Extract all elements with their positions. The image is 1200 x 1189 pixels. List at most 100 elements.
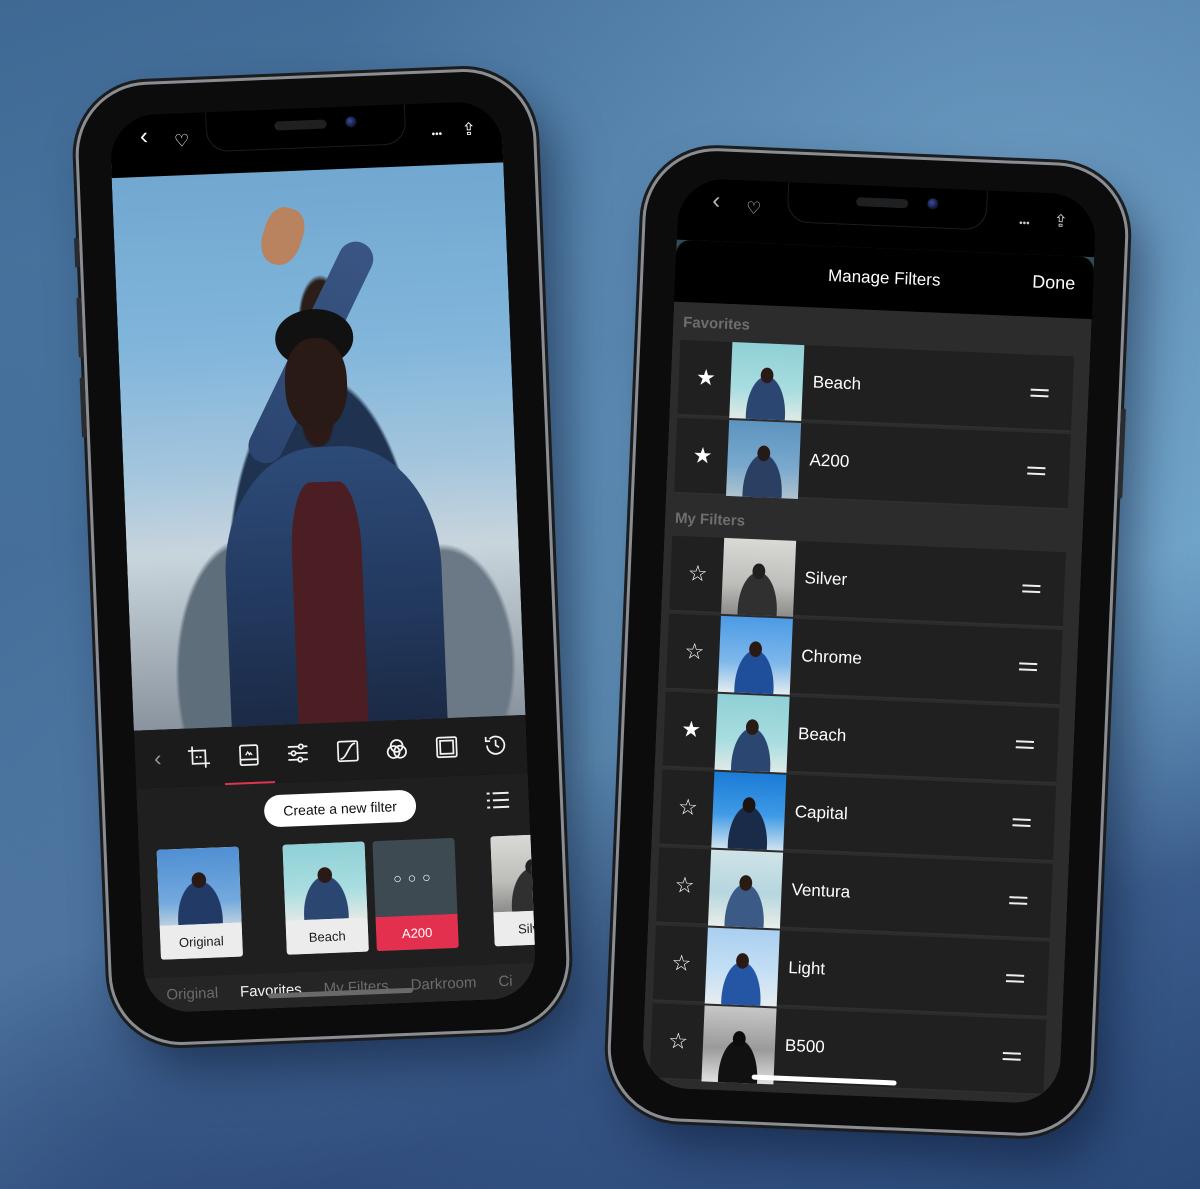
filter-name: Light (787, 957, 826, 979)
favorite-row-a200[interactable]: ★ A200 (674, 417, 1071, 511)
done-button[interactable]: Done (1032, 272, 1076, 295)
tab-darkroom[interactable]: Darkroom (410, 974, 476, 994)
thumb-label: Silver (493, 909, 537, 947)
thumb-image (156, 846, 242, 926)
ellipsis-icon[interactable]: ••• (431, 125, 442, 145)
filter-row-beach[interactable]: ★ Beach (662, 691, 1060, 785)
thumb-label: Beach (285, 917, 369, 955)
drag-handle-icon[interactable] (1012, 818, 1031, 827)
star-outline-icon[interactable]: ☆ (665, 1028, 692, 1055)
star-filled-icon[interactable]: ★ (692, 364, 719, 391)
filter-thumbnails: Original Beach ○○○ A200 Silver (156, 833, 537, 965)
filter-name: B500 (784, 1035, 826, 1057)
photo-hand (255, 202, 311, 269)
filter-row-light[interactable]: ☆ Light (652, 925, 1050, 1018)
main-photo (110, 140, 526, 731)
curves-icon[interactable] (330, 733, 365, 768)
filter-row-capital[interactable]: ☆ Capital (659, 769, 1057, 862)
filter-thumb-original[interactable]: Original (156, 846, 243, 960)
tab-more[interactable]: Ci (498, 973, 513, 991)
filter-name: Beach (812, 372, 862, 394)
drag-handle-icon[interactable] (1030, 388, 1049, 398)
star-outline-icon[interactable]: ☆ (671, 872, 698, 899)
left-screen: ‹ ♡ ••• ⇪ ‹ Create a new filter Original… (109, 100, 537, 1014)
thumb-label: A200 (375, 913, 459, 952)
section-my-filters: My Filters (674, 509, 746, 530)
notch (786, 182, 989, 231)
chevron-left-icon[interactable]: ‹ (139, 123, 148, 150)
filter-name: Capital (794, 802, 849, 824)
front-camera (927, 198, 939, 210)
filter-thumbnail (725, 419, 802, 499)
history-icon[interactable] (478, 728, 513, 763)
filter-row-silver[interactable]: ☆ Silver (669, 535, 1066, 629)
filter-thumbnail (729, 342, 805, 422)
filter-thumbnail (707, 849, 784, 929)
drag-handle-icon[interactable] (1018, 662, 1038, 672)
photo-shirt (288, 479, 369, 725)
tab-original[interactable]: Original (166, 985, 218, 1004)
heart-icon[interactable]: ♡ (174, 131, 190, 152)
filters-icon[interactable] (231, 737, 266, 772)
category-tabs: Original Favorites My Filters Darkroom C… (143, 962, 537, 1014)
create-filter-button[interactable]: Create a new filter (263, 789, 417, 828)
filter-thumbnail (717, 615, 793, 695)
filter-thumb-silver[interactable]: Silver (490, 833, 537, 947)
more-options-icon[interactable]: ○○○ (374, 868, 457, 887)
section-favorites: Favorites (682, 313, 751, 334)
star-outline-icon[interactable]: ☆ (684, 560, 711, 587)
favorite-row-beach[interactable]: ★ Beach (677, 339, 1075, 433)
drag-handle-icon[interactable] (1015, 740, 1034, 750)
drag-handle-icon[interactable] (1009, 896, 1028, 905)
star-outline-icon[interactable]: ☆ (681, 638, 708, 665)
star-outline-icon[interactable]: ☆ (674, 794, 701, 821)
filter-name: Ventura (791, 880, 851, 902)
thumb-image (282, 841, 368, 921)
filter-panel: Create a new filter Original Beach ○○○ A… (136, 772, 537, 1014)
filter-name: Beach (797, 724, 847, 746)
filter-thumbnail (714, 693, 790, 773)
filter-thumbnail (704, 927, 780, 1007)
filter-thumbnail (701, 1005, 777, 1085)
drag-handle-icon[interactable] (1022, 584, 1041, 594)
filters-list: Favorites ★ Beach ★ A200 My Filters ☆ Si… (641, 301, 1092, 1105)
filter-name: A200 (809, 450, 850, 472)
star-filled-icon[interactable]: ★ (689, 442, 716, 469)
notch (205, 104, 407, 153)
filter-thumb-beach[interactable]: Beach (282, 841, 369, 955)
list-icon[interactable] (487, 791, 510, 811)
frame-icon[interactable] (429, 730, 464, 765)
speaker (856, 197, 909, 209)
filter-thumbnail (711, 771, 787, 851)
filter-thumbnail (721, 537, 797, 617)
drag-handle-icon[interactable] (1005, 974, 1025, 983)
toolbar-back-icon[interactable]: ‹ (148, 741, 167, 776)
speaker (274, 119, 327, 131)
drag-handle-icon[interactable] (1002, 1052, 1021, 1061)
list-line (493, 805, 510, 809)
chevron-left-icon[interactable]: ‹ (712, 187, 721, 214)
front-camera (345, 116, 357, 128)
thumb-image (490, 833, 537, 913)
sheet-title: Manage Filters (827, 266, 941, 290)
star-outline-icon[interactable]: ☆ (668, 950, 695, 977)
filter-row-ventura[interactable]: ☆ Ventura (656, 847, 1053, 940)
share-icon[interactable]: ⇪ (1053, 211, 1068, 232)
list-line (492, 798, 509, 802)
star-filled-icon[interactable]: ★ (678, 716, 705, 743)
right-screen: ‹ ♡ ••• ⇪ Manage Filters Done Favorites … (641, 177, 1097, 1105)
filter-name: Chrome (800, 646, 863, 668)
filter-row-chrome[interactable]: ☆ Chrome (665, 613, 1063, 707)
filter-thumb-a200[interactable]: ○○○ A200 (372, 837, 459, 952)
list-line (492, 791, 509, 795)
heart-icon[interactable]: ♡ (746, 199, 762, 220)
thumb-label: Original (159, 922, 243, 960)
phone-right: ‹ ♡ ••• ⇪ Manage Filters Done Favorites … (607, 148, 1129, 1136)
share-icon[interactable]: ⇪ (461, 120, 476, 141)
filter-name: Silver (804, 568, 848, 590)
ellipsis-icon[interactable]: ••• (1019, 214, 1030, 234)
drag-handle-icon[interactable] (1027, 466, 1046, 476)
color-mix-icon[interactable] (379, 731, 414, 766)
adjust-sliders-icon[interactable] (280, 735, 315, 770)
crop-icon[interactable] (182, 739, 217, 774)
